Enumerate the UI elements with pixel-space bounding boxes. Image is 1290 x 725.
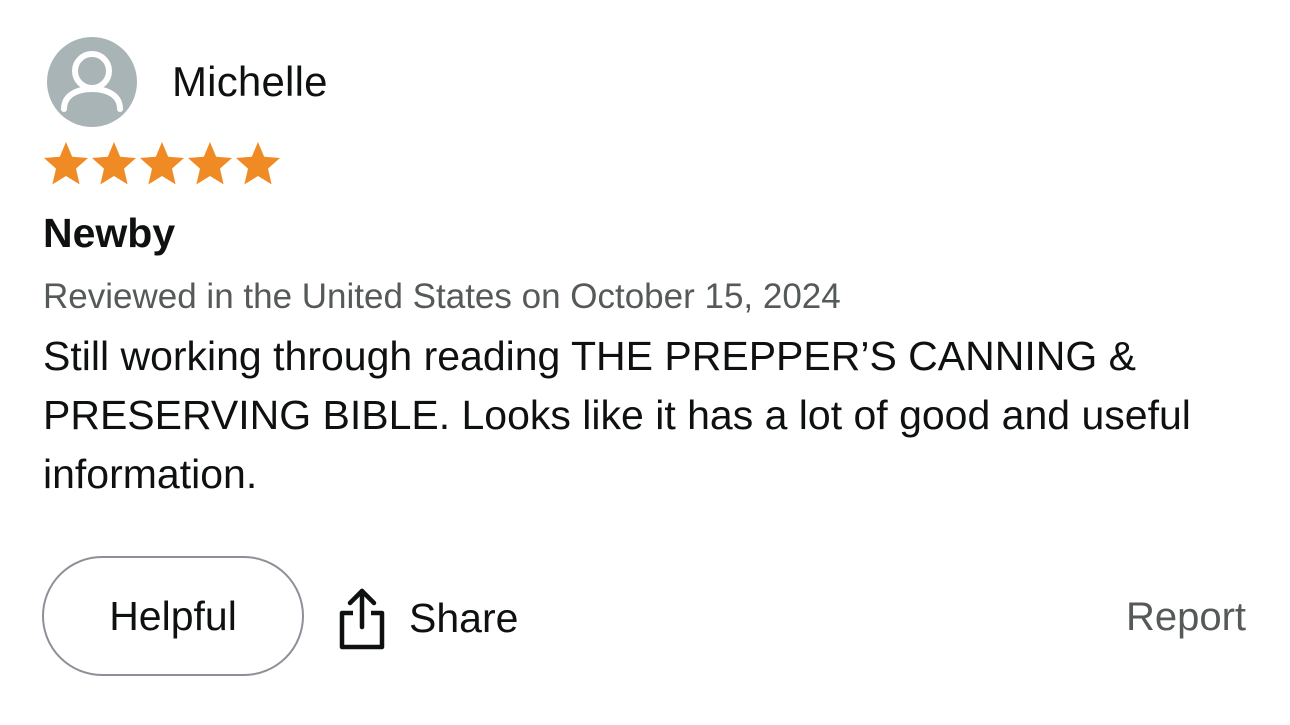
reviewer-name[interactable]: Michelle	[172, 58, 328, 106]
star-rating	[42, 140, 282, 188]
star-icon	[188, 142, 232, 185]
share-label: Share	[409, 594, 519, 641]
review-date: Reviewed in the United States on October…	[43, 277, 841, 316]
share-button[interactable]: Share	[337, 583, 518, 653]
share-icon	[339, 588, 385, 650]
star-icon	[92, 142, 136, 185]
review-body: Still working through reading THE PREPPE…	[43, 333, 1191, 497]
avatar	[47, 37, 137, 127]
review-card: Michelle Newby Reviewed in the United St…	[0, 0, 1290, 725]
helpful-button[interactable]: Helpful	[42, 556, 304, 676]
star-icon	[44, 142, 88, 185]
star-icon	[236, 142, 280, 185]
reviewer-profile[interactable]: Michelle	[47, 37, 328, 127]
star-icon	[140, 142, 184, 185]
review-title: Newby	[43, 210, 176, 256]
user-silhouette-icon	[61, 51, 123, 112]
report-link[interactable]: Report	[1126, 595, 1246, 640]
